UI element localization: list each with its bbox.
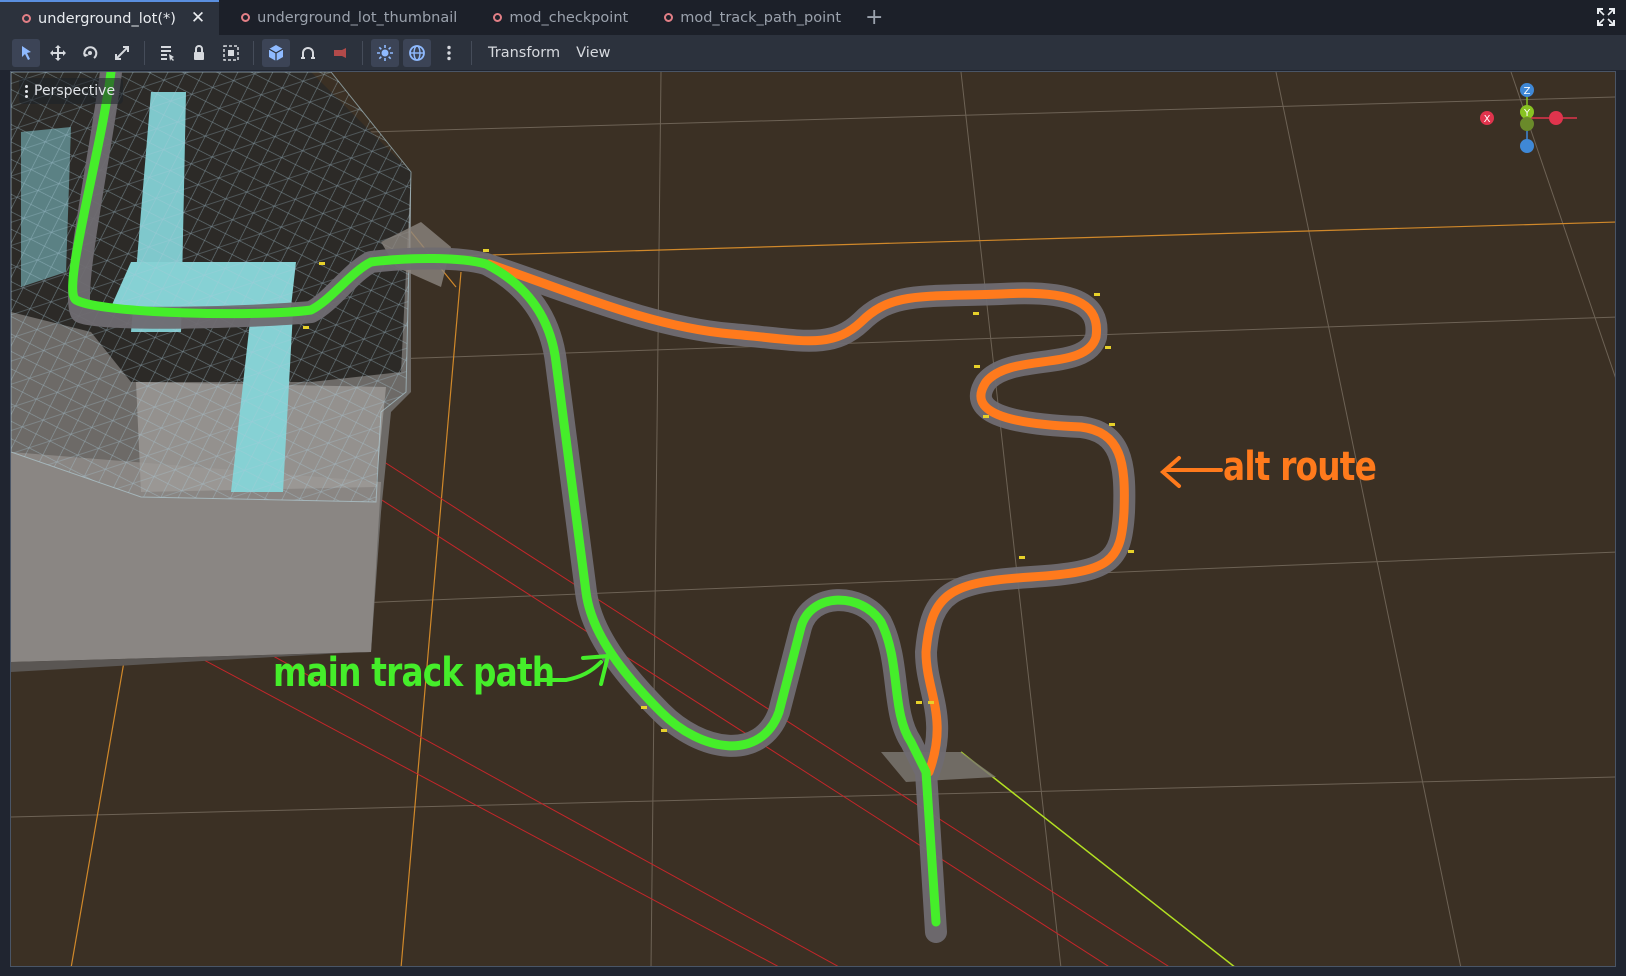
tab-label: underground_lot(*): [38, 10, 176, 27]
rotate-icon: [83, 45, 98, 59]
x-axis-label: X: [1484, 114, 1491, 125]
toolbar-divider: [144, 40, 145, 65]
tab-label: mod_checkpoint: [509, 9, 629, 26]
list-select-button[interactable]: [153, 39, 181, 67]
scale-icon: [115, 45, 129, 60]
snap-icon: [301, 46, 315, 59]
move-icon: [50, 44, 66, 61]
3d-viewport[interactable]: Perspective main track path alt route Z …: [10, 71, 1616, 967]
tab-underground-lot[interactable]: underground_lot(*) ✕: [0, 0, 220, 35]
add-tab-button[interactable]: +: [855, 0, 893, 35]
x-axis-handle[interactable]: X: [1477, 108, 1497, 128]
toolbar-divider: [471, 40, 472, 65]
scene-icon: [664, 13, 674, 22]
scene-tab-bar: underground_lot(*) ✕ underground_lot_thu…: [0, 0, 1626, 35]
group-icon: [223, 44, 239, 61]
close-icon[interactable]: ✕: [191, 10, 205, 27]
tab-label: mod_track_path_point: [680, 9, 841, 26]
transform-menu[interactable]: Transform: [480, 45, 568, 61]
more-icon: [447, 45, 451, 60]
list-select-icon: [161, 45, 174, 61]
tab-label: underground_lot_thumbnail: [257, 9, 458, 26]
scene-icon: [493, 13, 503, 22]
z-axis-label: Z: [1524, 86, 1531, 97]
scene-render: [11, 72, 1615, 966]
scene-icon: [22, 14, 31, 23]
rotate-tool-button[interactable]: [76, 39, 104, 67]
toolbar-divider: [362, 40, 363, 65]
main-track-annotation: main track path: [273, 650, 555, 696]
viewport-toolbar: Transform View: [0, 35, 1626, 70]
perspective-menu-button[interactable]: Perspective: [19, 78, 124, 104]
scale-tool-button[interactable]: [108, 39, 136, 67]
toolbar-divider: [253, 40, 254, 65]
more-icon: [25, 84, 28, 98]
tab-mod-checkpoint[interactable]: mod_checkpoint: [471, 0, 642, 35]
view-menu[interactable]: View: [568, 45, 618, 61]
fullscreen-icon[interactable]: [1596, 7, 1616, 27]
lock-button[interactable]: [185, 39, 213, 67]
scene-icon: [241, 13, 251, 22]
local-space-button[interactable]: [262, 38, 290, 67]
environment-preview-button[interactable]: [403, 38, 431, 67]
sun-icon: [377, 44, 393, 61]
camera-preview-button[interactable]: [326, 39, 354, 67]
alt-route-annotation: alt route: [1223, 444, 1377, 490]
environment-icon: [409, 44, 425, 61]
select-icon: [22, 45, 31, 60]
negative-z-handle: [1520, 139, 1534, 153]
lock-icon: [194, 44, 204, 60]
move-tool-button[interactable]: [44, 39, 72, 67]
snap-button[interactable]: [294, 39, 322, 67]
group-button[interactable]: [217, 39, 245, 67]
view-mode-label: Perspective: [34, 83, 116, 99]
local-space-icon: [268, 44, 284, 61]
camera-icon: [334, 47, 346, 58]
negative-x-handle: [1549, 111, 1563, 125]
tab-underground-lot-thumbnail[interactable]: underground_lot_thumbnail: [219, 0, 471, 35]
tab-mod-track-path-point[interactable]: mod_track_path_point: [642, 0, 855, 35]
sun-preview-button[interactable]: [371, 38, 399, 67]
more-options-button[interactable]: [435, 39, 463, 67]
orientation-gizmo[interactable]: Z Y: [1507, 78, 1597, 158]
select-tool-button[interactable]: [12, 38, 40, 67]
